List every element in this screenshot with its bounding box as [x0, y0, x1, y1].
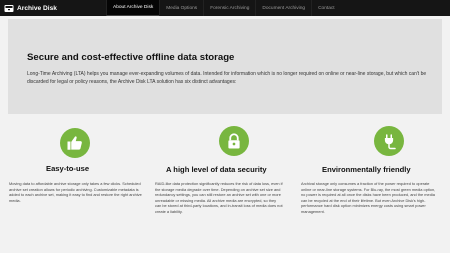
nav-item-forensic-archiving[interactable]: Forensic Archiving — [203, 0, 255, 16]
feature-title: A high level of data security — [166, 165, 267, 174]
feature-title: Environmentally friendly — [322, 165, 411, 174]
nav-item-about[interactable]: About Archive Disk — [106, 0, 160, 16]
feature-text: RAID-like data protection significantly … — [155, 181, 283, 214]
hero-panel: Secure and cost-effective offline data s… — [8, 19, 442, 114]
brand[interactable]: Archive Disk — [0, 0, 106, 16]
archive-disk-logo-icon — [4, 4, 14, 13]
top-navbar: Archive Disk About Archive Disk Media Op… — [0, 0, 450, 16]
nav-item-document-archiving[interactable]: Document Archiving — [255, 0, 311, 16]
plug-leaf-icon — [374, 126, 404, 156]
feature-text: Archival storage only consumes a fractio… — [301, 181, 436, 214]
padlock-icon — [219, 126, 249, 156]
hero-title: Secure and cost-effective offline data s… — [27, 52, 235, 63]
feature-text: Moving data to affordable archive storag… — [9, 181, 142, 203]
thumbs-up-icon — [60, 128, 90, 158]
hero-text: Long-Time Archiving (LTA) helps you mana… — [27, 71, 427, 85]
nav-item-media-options[interactable]: Media Options — [159, 0, 203, 16]
feature-title: Easy-to-use — [46, 164, 90, 173]
nav-item-contact[interactable]: Contact — [311, 0, 341, 16]
brand-name: Archive Disk — [17, 4, 57, 12]
